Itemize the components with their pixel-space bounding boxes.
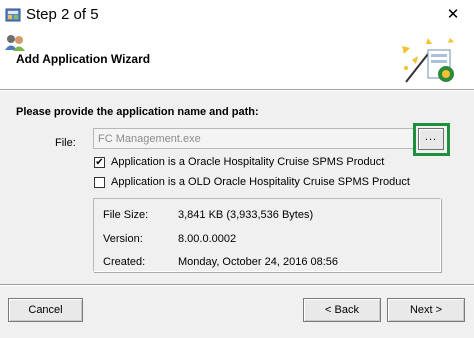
back-button[interactable]: < Back — [303, 298, 381, 322]
file-label: File: — [55, 137, 76, 149]
spms-product-checkbox-label[interactable]: Application is a Oracle Hospitality Crui… — [111, 156, 384, 168]
version-value: 8.00.0.0002 — [178, 233, 237, 245]
header-divider-highlight — [0, 90, 474, 91]
app-setup-icon — [5, 8, 21, 22]
window-title: Step 2 of 5 — [26, 6, 99, 23]
next-button-label: Next > — [409, 304, 443, 316]
close-button[interactable]: ✕ — [438, 4, 468, 26]
file-size-value: 3,841 KB (3,933,536 Bytes) — [178, 209, 314, 221]
browse-button[interactable]: ... — [418, 128, 444, 150]
wizard-title: Add Application Wizard — [16, 52, 151, 66]
old-spms-product-checkbox[interactable] — [94, 177, 105, 188]
cancel-button[interactable]: Cancel — [8, 298, 83, 322]
footer-divider-highlight — [0, 285, 474, 286]
wizard-magic-icon — [402, 38, 454, 83]
file-path-input[interactable] — [93, 128, 414, 149]
back-button-label: < Back — [325, 304, 359, 316]
created-label: Created: — [103, 256, 146, 268]
cancel-button-label: Cancel — [28, 304, 63, 316]
wizard-header: Add Application Wizard — [0, 31, 474, 89]
spms-product-checkbox[interactable]: ✔ — [94, 157, 105, 168]
users-icon — [5, 35, 25, 51]
instruction-text: Please provide the application name and … — [16, 106, 259, 118]
created-value: Monday, October 24, 2016 08:56 — [178, 256, 339, 268]
version-label: Version: — [103, 233, 143, 245]
next-button[interactable]: Next > — [387, 298, 465, 322]
file-size-label: File Size: — [103, 209, 149, 221]
old-spms-product-checkbox-label[interactable]: Application is a OLD Oracle Hospitality … — [111, 176, 410, 188]
